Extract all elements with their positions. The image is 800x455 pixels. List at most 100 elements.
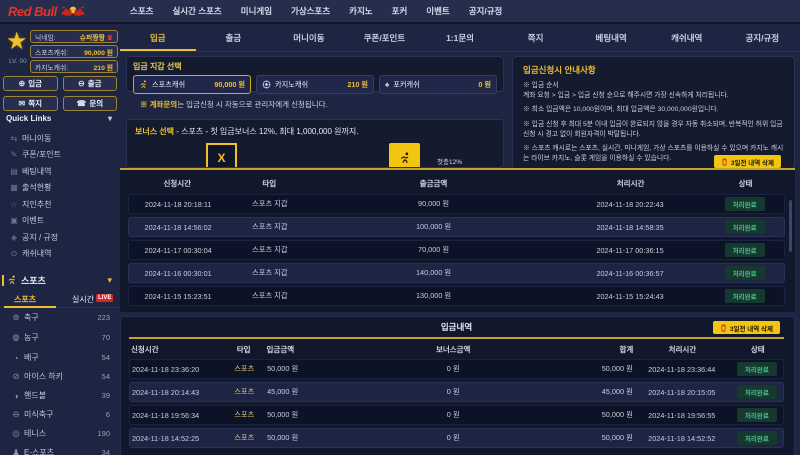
tab-coupon-point[interactable]: 쿠폰/포인트 (347, 26, 423, 51)
tab-money-transfer[interactable]: 머니이동 (271, 26, 347, 51)
sidebar-item-money-transfer[interactable]: ⇆머니이동 (0, 130, 120, 146)
table-row[interactable]: 2024-11-18 23:36:20스포츠50,000 원0 원50,000 … (129, 359, 784, 379)
casino-cash-label: 카지노캐쉬: (35, 62, 68, 72)
notice-paragraph: 계좌 요청 > 입금 > 입금 신청 순으로 해주시면 가장 신속하게 처리됩니… (523, 91, 784, 101)
sports-section-header[interactable]: 스포츠 ▾ (0, 272, 120, 288)
sport-item-ice-hockey[interactable]: ⊘아이스 하키54 (0, 367, 120, 386)
col-total: 합계 (561, 344, 633, 355)
tab-live-sports[interactable]: 실시간LIVE (72, 294, 113, 305)
sport-item-tennis[interactable]: ◎테니스190 (0, 424, 120, 443)
money-transfer-icon: ⇆ (6, 134, 22, 143)
delete-history-button[interactable]: 3일전 내역 삭제 (713, 321, 780, 334)
sidebar-item-event[interactable]: ▣이벤트 (0, 212, 120, 228)
wallet-card-sports[interactable]: 스포츠캐쉬 90,000 원 (133, 75, 251, 94)
sports-cash-label: 스포츠캐쉬: (35, 47, 68, 57)
wallet-amount: 210 원 (347, 80, 368, 90)
nav-item-notice[interactable]: 공지/규정 (469, 5, 503, 17)
live-badge: LIVE (96, 294, 113, 302)
notice-paragraph: ※ 입금 순서 (523, 81, 784, 91)
tab-bet-history[interactable]: 베팅내역 (573, 26, 649, 51)
sport-item-soccer[interactable]: ⊛축구223 (0, 308, 120, 327)
table-row[interactable]: 2024-11-15 15:23:51스포츠 지갑130,000 원2024-1… (128, 286, 785, 306)
sport-item-esports[interactable]: ♟E-스포츠34 (0, 443, 120, 455)
sidebar: ★ LV. 00 닉네임: 슈퍼짱짱♛ 스포츠캐쉬: 90,000 원 카지노캐… (0, 26, 120, 455)
sport-item-basketball[interactable]: ◍농구70 (0, 328, 120, 347)
count-badge: 39 (102, 391, 110, 400)
table-header-row: 신청시간 타입 입금금액 보너스금액 합계 처리시간 상태 (129, 339, 784, 359)
nav-item-poker[interactable]: 포커 (392, 5, 408, 17)
nav-item-virtual-sports[interactable]: 가상스포츠 (291, 5, 330, 17)
basketball-icon: ◍ (8, 332, 24, 343)
wallet-card-poker[interactable]: ♠ 포커캐쉬 0 원 (379, 75, 497, 94)
runner-icon (7, 275, 17, 285)
sport-item-american-football[interactable]: ⊖미식축구6 (0, 405, 120, 424)
inquiry-icon: ☎ (76, 99, 86, 108)
attendance-icon: ▦ (6, 183, 22, 192)
chevron-down-icon[interactable]: ▾ (108, 114, 112, 123)
nav-item-sports[interactable]: 스포츠 (130, 5, 153, 17)
table-row[interactable]: 2024-11-18 14:52:25스포츠50,000 원0 원50,000 … (129, 428, 784, 448)
sports-cash-value: 90,000 원 (84, 47, 113, 57)
tab-withdraw[interactable]: 출금 (196, 26, 272, 51)
trash-icon (720, 324, 727, 332)
level-star-icon: ★ (6, 30, 28, 54)
bulls-icon (60, 4, 86, 18)
delete-history-button[interactable]: 3일전 내역 삭제 (714, 155, 781, 168)
tab-prematch-sports[interactable]: 스포츠 (14, 294, 36, 305)
table-scrollbar[interactable] (789, 200, 792, 252)
sidebar-item-attendance[interactable]: ▦출석현황 (0, 179, 120, 195)
tab-notice-rules[interactable]: 공지/규정 (725, 26, 800, 51)
sidebar-item-cash-history[interactable]: ⊙캐쉬내역 (0, 245, 120, 261)
wallet-amount: 0 원 (478, 80, 491, 90)
tab-deposit[interactable]: 입금 (120, 26, 196, 51)
notice-paragraph: ※ 최소 입금액은 10,000원이며, 최대 입금액은 30,000,000원… (523, 105, 784, 115)
tab-message[interactable]: 쪽지 (498, 26, 574, 51)
nav-item-event[interactable]: 이벤트 (426, 5, 449, 17)
handball-icon: ◑ (8, 391, 24, 401)
nav-item-live-sports[interactable]: 실시간 스포츠 (172, 5, 221, 17)
tab-inquiry[interactable]: 1:1문의 (422, 26, 498, 51)
soccer-icon: ⊛ (8, 312, 24, 323)
inquiry-button[interactable]: ☎문의 (63, 96, 118, 111)
crown-icon: ♛ (107, 35, 113, 42)
table-row[interactable]: 2024-11-18 20:14:43스포츠45,000 원0 원45,000 … (129, 382, 784, 402)
message-button[interactable]: ✉쪽지 (3, 96, 58, 111)
chevron-down-icon[interactable]: ▾ (107, 275, 112, 286)
trash-icon (721, 158, 728, 166)
table-row[interactable]: 2024-11-18 14:56:02스포츠 지갑100,000 원2024-1… (128, 217, 785, 237)
nav-item-casino[interactable]: 카지노 (349, 5, 372, 17)
table-row[interactable]: 2024-11-18 19:56:34스포츠50,000 원0 원50,000 … (129, 405, 784, 425)
wallet-name: 포커캐쉬 (393, 80, 419, 90)
app-window: Red Bull 스포츠 실시간 스포츠 미니게임 가상스포츠 카지노 포커 이… (0, 0, 800, 455)
table-row[interactable]: 2024-11-18 20:18:11스포츠 지갑90,000 원2024-11… (128, 194, 785, 214)
withdraw-button[interactable]: ⊖출금 (63, 76, 118, 91)
bonus-detail: - 스포츠 - 첫 입금보너스 12%, 최대 1,000,000 원까지. (174, 127, 358, 136)
sidebar-item-referral[interactable]: ☆지인추천 (0, 196, 120, 212)
nav-item-minigame[interactable]: 미니게임 (241, 5, 272, 17)
sidebar-item-coupon-point[interactable]: ✎쿠폰/포인트 (0, 146, 120, 162)
referral-icon: ☆ (6, 200, 22, 209)
sport-item-volleyball[interactable]: ◔배구54 (0, 348, 120, 367)
quick-links-header[interactable]: Quick Links ▾ (6, 114, 112, 123)
brand-name: Red Bull (8, 4, 57, 19)
brand-logo[interactable]: Red Bull (8, 4, 116, 19)
wallet-amount: 90,000 원 (214, 80, 245, 90)
sidebar-item-notice-rules[interactable]: ◈공지 / 규정 (0, 229, 120, 245)
wallet-card-casino[interactable]: 카지노캐쉬 210 원 (256, 75, 374, 94)
note-rest: 는 입금신청 시 자동으로 관리자에게 신청됩니다. (177, 100, 328, 109)
table-row[interactable]: 2024-11-17 00:30:04스포츠 지갑70,000 원2024-11… (128, 240, 785, 260)
deposit-table-title: 입금내역 (441, 321, 472, 333)
bonus-decline-option[interactable]: X (206, 143, 237, 168)
tab-cash-history[interactable]: 캐쉬내역 (649, 26, 725, 51)
table-row[interactable]: 2024-11-16 00:30:01스포츠 지갑140,000 원2024-1… (128, 263, 785, 283)
ice-hockey-icon: ⊘ (8, 371, 24, 382)
deposit-button[interactable]: ⊕입금 (3, 76, 58, 91)
event-icon: ▣ (6, 216, 22, 225)
poker-spade-icon: ♠ (385, 80, 389, 89)
col-process-time: 처리시간 (633, 344, 731, 355)
bonus-sports-option[interactable] (389, 143, 420, 168)
sport-item-handball[interactable]: ◑핸드볼39 (0, 386, 120, 405)
user-level: LV. 00 (9, 58, 27, 65)
american-football-icon: ⊖ (8, 409, 24, 420)
sidebar-item-bet-history[interactable]: ▤베팅내역 (0, 163, 120, 179)
